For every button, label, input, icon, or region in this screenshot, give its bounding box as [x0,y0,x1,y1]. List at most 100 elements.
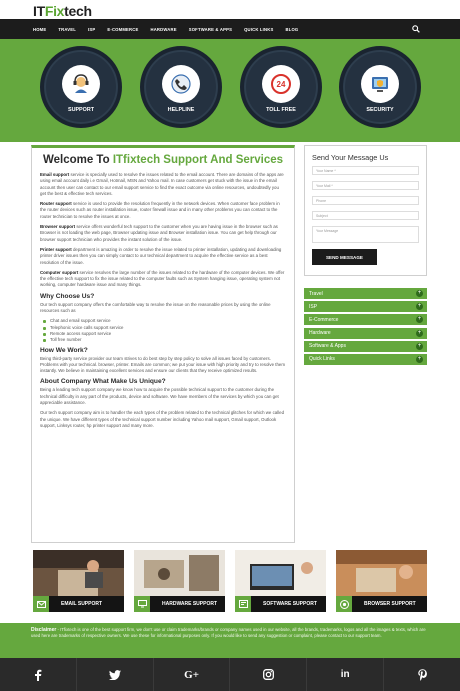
google-plus-icon[interactable]: G+ [154,658,231,691]
service-support[interactable]: SUPPORT [40,46,122,128]
page: { "brand": {"prefix": "IT", "highlight":… [0,0,460,691]
twitter-icon[interactable] [77,658,154,691]
card-bar: HARDWARE SUPPORT [134,596,225,612]
email-field[interactable]: Your Mail * [312,181,419,190]
card-label: BROWSER SUPPORT [364,601,416,607]
card-label: HARDWARE SUPPORT [162,601,218,607]
nav-blog[interactable]: BLOG [285,27,298,32]
subject-field[interactable]: Subject [312,211,419,220]
plus-icon: + [416,303,423,311]
why-text: Our tech support company offers the comf… [40,301,271,314]
pinterest-icon[interactable] [384,658,460,691]
card-bar: SOFTWARE SUPPORT [235,596,326,612]
category-ecommerce[interactable]: E-Commerce + [304,314,427,326]
title-green-part: ITfixtech Support And Services [112,154,284,166]
router-lead: Router support [40,201,72,207]
hero-banner: SUPPORT HELPLINE 24 TOLL FREE SECURITY [0,39,460,142]
browser-support-card[interactable]: BROWSER SUPPORT [336,550,427,612]
plus-icon: + [416,329,423,337]
category-hardware[interactable]: Hardware + [304,327,427,339]
list-item: Toll free number [40,337,286,343]
logo-highlight: Fix [44,2,65,19]
category-quick-links[interactable]: Quick Links + [304,353,427,365]
browser-lead: Browser support [40,224,76,230]
disclaimer: Disclaimer - ITfixtech is one of the bes… [0,623,460,658]
how-text: Being third-party service provider our t… [40,355,285,374]
page-title: Welcome To ITfixtech Support And Service… [40,154,286,166]
plus-icon: + [416,290,423,297]
nav-ecommerce[interactable]: E-COMMERCE [107,27,138,32]
service-helpline[interactable]: HELPLINE [140,46,222,128]
social-footer: G+ in [0,658,460,691]
facebook-icon[interactable] [0,658,77,691]
computer-lead: Computer support [40,269,79,275]
software-support-card[interactable]: SOFTWARE SUPPORT [235,550,326,612]
browser-support-photo [336,550,427,596]
category-label: ISP [309,303,318,310]
printer-text: department is amazing in order to resolv… [40,246,282,265]
logo-suffix: tech [64,2,92,19]
email-paragraph: Email support service is specially used … [40,172,286,197]
service-support-label: SUPPORT [67,107,95,113]
hardware-support-photo [134,550,225,596]
software-icon [235,596,251,612]
category-label: Software & Apps [309,343,346,350]
service-toll-free[interactable]: 24 TOLL FREE [240,46,322,128]
nav-travel[interactable]: TRAVEL [58,27,76,32]
main-nav: HOME TRAVEL ISP E-COMMERCE HARDWARE SOFT… [0,19,460,39]
search-icon[interactable] [412,25,420,33]
printer-paragraph: Printer support department is amazing in… [40,247,286,266]
nav-hardware[interactable]: HARDWARE [150,27,176,32]
security-icon [361,65,399,103]
nav-isp[interactable]: ISP [88,27,95,32]
card-label: EMAIL SUPPORT [61,601,103,607]
card-bar: BROWSER SUPPORT [336,596,427,612]
category-label: Hardware [309,330,331,337]
form-title: Send Your Message Us [312,153,389,162]
service-security[interactable]: SECURITY [339,46,421,128]
name-field[interactable]: Your Name * [312,166,419,175]
helpline-icon [162,65,200,103]
title-dark-part: Welcome To [42,154,113,166]
router-text: service is used to provide the resolutio… [40,201,280,219]
category-travel[interactable]: Travel + [304,288,427,299]
email-text: service is specially used to resolve the… [40,172,284,196]
chrome-icon [336,596,352,612]
email-icon [33,596,49,612]
service-helpline-label: HELPLINE [167,107,195,113]
toll-free-icon: 24 [262,65,300,103]
hardware-support-card[interactable]: HARDWARE SUPPORT [134,550,225,612]
send-message-button[interactable]: SEND MESSAGE [312,249,377,265]
category-list: Travel + ISP + E-Commerce + Hardware + Softw… [304,288,427,367]
message-field[interactable]: Your Message [312,226,419,243]
plus-icon: + [416,355,423,363]
category-label: Travel [309,290,323,297]
email-support-card[interactable]: EMAIL SUPPORT [33,550,124,612]
nav-software-apps[interactable]: SOFTWARE & APPS [189,27,232,32]
support-icon [62,65,100,103]
service-cards: EMAIL SUPPORT HARDWARE SUPPORT SOFTWARE … [33,550,428,612]
card-label: SOFTWARE SUPPORT [263,601,317,607]
about-text-1: Being a leading tech support company we … [40,387,279,406]
site-logo[interactable]: ITFixtech [33,3,92,19]
instagram-icon[interactable] [230,658,308,691]
service-toll-free-label: TOLL FREE [266,107,296,113]
category-label: Quick Links [309,356,335,363]
category-label: E-Commerce [309,316,339,323]
logo-prefix: IT [33,2,45,19]
disclaimer-label: Disclaimer [31,627,57,633]
plus-icon: + [416,342,423,350]
how-heading: How We Work? [40,346,88,354]
linkedin-icon[interactable]: in [307,658,385,691]
disclaimer-text: - ITfixtech is one of the best support f… [31,627,426,639]
nav-home[interactable]: HOME [33,27,46,32]
svg-text:24: 24 [277,80,286,89]
browser-paragraph: Browser support service offers wonderful… [40,224,286,243]
category-software-apps[interactable]: Software & Apps + [304,340,427,352]
phone-field[interactable]: Phone [312,196,419,205]
service-security-label: SECURITY [366,107,394,113]
nav-quick-links[interactable]: QUICK LINKS [244,27,273,32]
software-support-photo [235,550,326,596]
router-paragraph: Router support service is used to provid… [40,201,286,220]
category-isp[interactable]: ISP + [304,301,427,313]
